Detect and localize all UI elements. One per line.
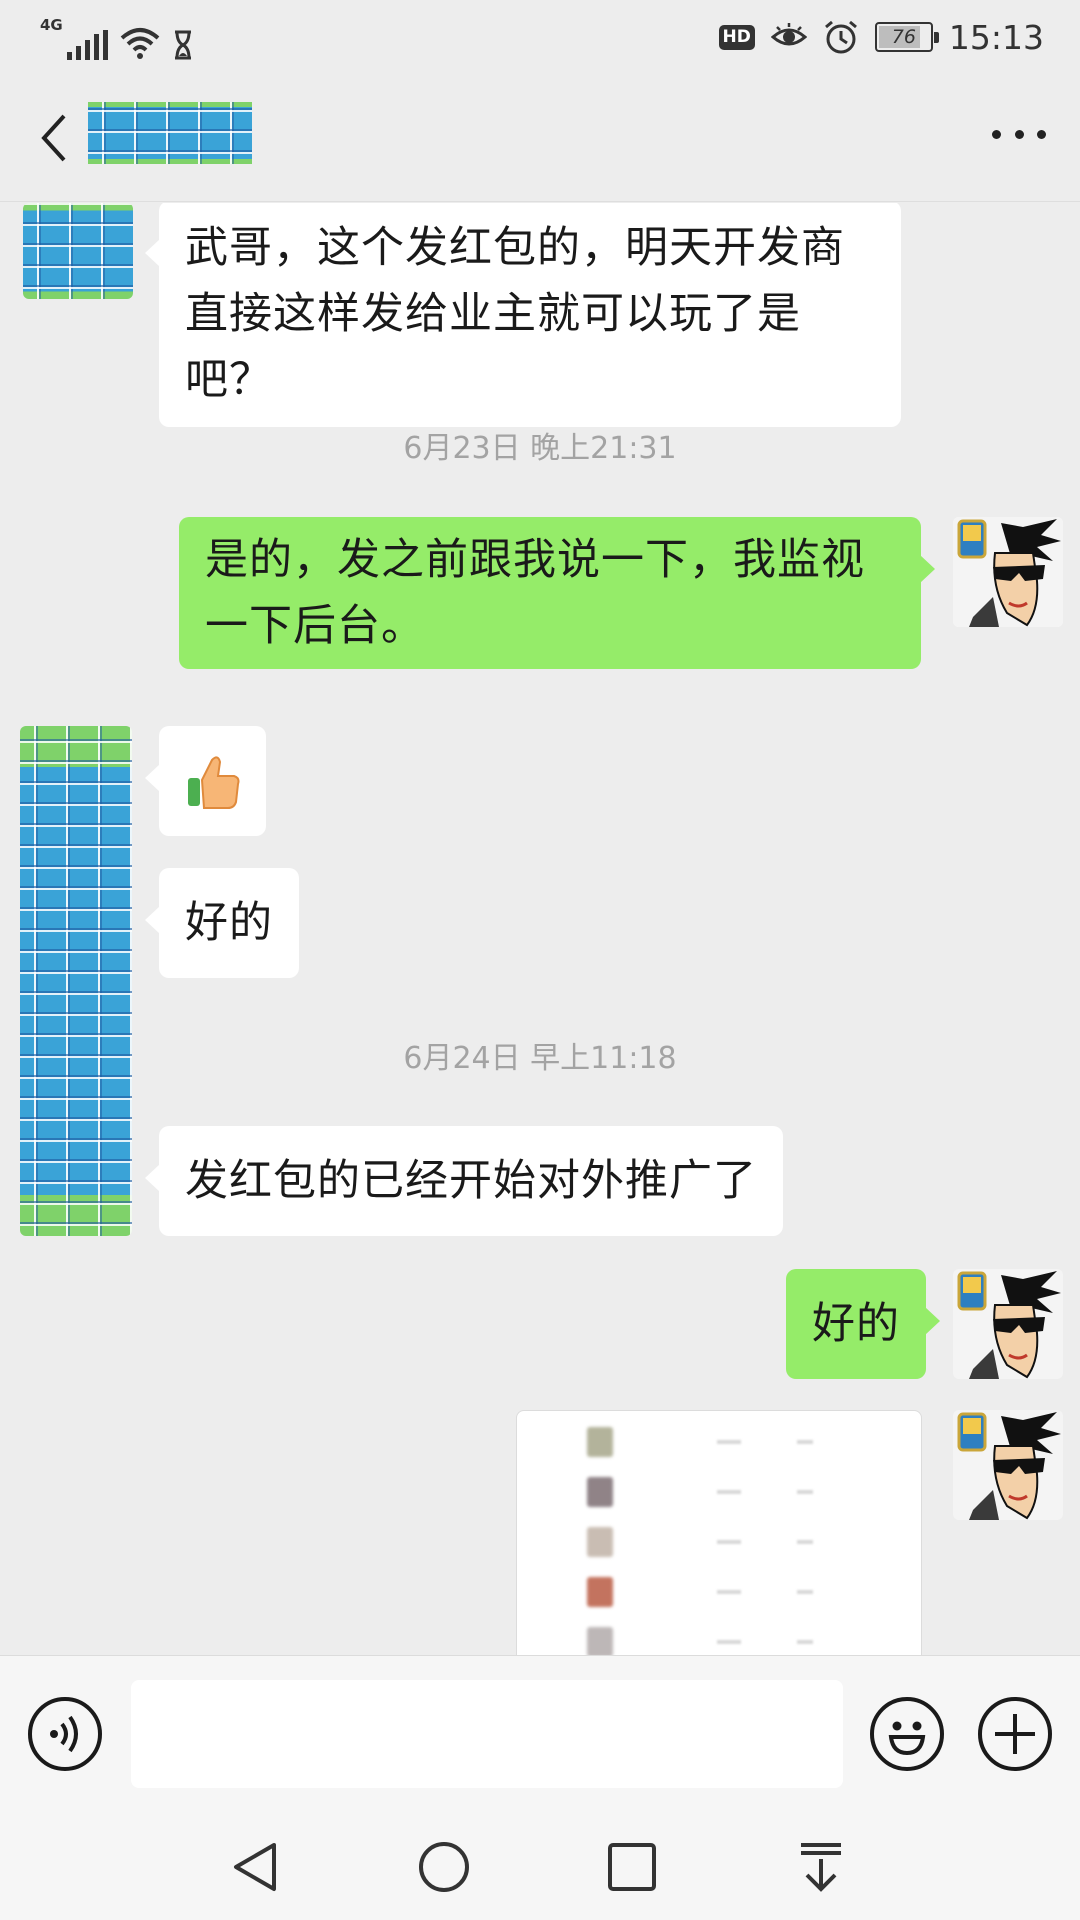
battery-icon: 76: [874, 22, 939, 52]
contact-avatar[interactable]: [20, 726, 132, 1236]
thumbs-up-icon: [187, 756, 239, 809]
status-right: HD 76 15:13: [718, 14, 1044, 60]
image-message[interactable]: [516, 1410, 922, 1655]
eye-icon: [770, 23, 807, 46]
message-text-line: 直接这样发给业主就可以玩了是吧？: [185, 289, 801, 405]
alarm-icon: [824, 20, 857, 54]
clock: 15:13: [948, 17, 1044, 57]
emoji-icon: [888, 1721, 926, 1756]
message-incoming-emoji[interactable]: [145, 726, 266, 836]
hourglass-icon: [174, 30, 191, 60]
message-input[interactable]: [131, 1680, 843, 1788]
emoji-button[interactable]: [870, 1697, 944, 1771]
signal-icon: [66, 30, 108, 60]
image-content-row: [587, 1527, 877, 1557]
contact-name-censored[interactable]: [88, 102, 252, 164]
voice-icon: [50, 1715, 78, 1753]
hd-badge: HD: [718, 24, 755, 50]
battery-level: 76: [891, 26, 916, 48]
image-content-row: [587, 1427, 877, 1457]
image-content-row: [587, 1477, 877, 1507]
my-avatar[interactable]: [953, 1410, 1063, 1520]
chat-header: [0, 74, 1080, 202]
message-outgoing[interactable]: 是的，发之前跟我说一下，我监视 一下后台。: [179, 517, 935, 669]
system-nav-bar: [0, 1811, 1080, 1920]
message-text-line: 是的，发之前跟我说一下，我监视: [205, 535, 865, 585]
message-text: 好的: [812, 1299, 900, 1349]
back-arrow-icon[interactable]: [34, 110, 74, 166]
image-content-row: [587, 1577, 877, 1607]
status-bar: 4G HD 76 15:13: [0, 0, 1080, 74]
contact-avatar[interactable]: [23, 203, 133, 299]
more-dots-icon[interactable]: [992, 114, 1046, 154]
notification-pulldown-icon[interactable]: [793, 1839, 849, 1895]
timestamp: 6月23日 晚上21:31: [403, 431, 677, 466]
message-outgoing[interactable]: 好的: [786, 1269, 940, 1379]
home-circle-icon[interactable]: [416, 1839, 472, 1895]
my-avatar[interactable]: [953, 1269, 1063, 1379]
input-bar: [0, 1655, 1080, 1811]
chat-area[interactable]: 武哥，这个发红包的，明天开发商 直接这样发给业主就可以玩了是吧？ 6月23日 晚…: [0, 203, 1080, 1655]
message-text: 好的: [185, 898, 273, 948]
my-avatar[interactable]: [953, 517, 1063, 627]
voice-button[interactable]: [28, 1697, 102, 1771]
status-left: 4G: [40, 14, 194, 60]
message-incoming[interactable]: 发红包的已经开始对外推广了: [145, 1126, 783, 1236]
plus-icon: [995, 1714, 1035, 1754]
image-content-row: [587, 1627, 877, 1655]
message-incoming[interactable]: 武哥，这个发红包的，明天开发商 直接这样发给业主就可以玩了是吧？: [145, 203, 901, 427]
message-text-line: 一下后台。: [205, 601, 425, 651]
plus-button[interactable]: [978, 1697, 1052, 1771]
timestamp: 6月24日 早上11:18: [403, 1041, 677, 1076]
recents-square-icon[interactable]: [604, 1839, 660, 1895]
message-incoming[interactable]: 好的: [145, 868, 299, 978]
network-type: 4G: [40, 16, 63, 34]
message-text: 发红包的已经开始对外推广了: [185, 1156, 757, 1206]
back-triangle-icon[interactable]: [228, 1839, 284, 1895]
wifi-icon: [120, 28, 160, 59]
message-text-line: 武哥，这个发红包的，明天开发商: [185, 223, 845, 273]
